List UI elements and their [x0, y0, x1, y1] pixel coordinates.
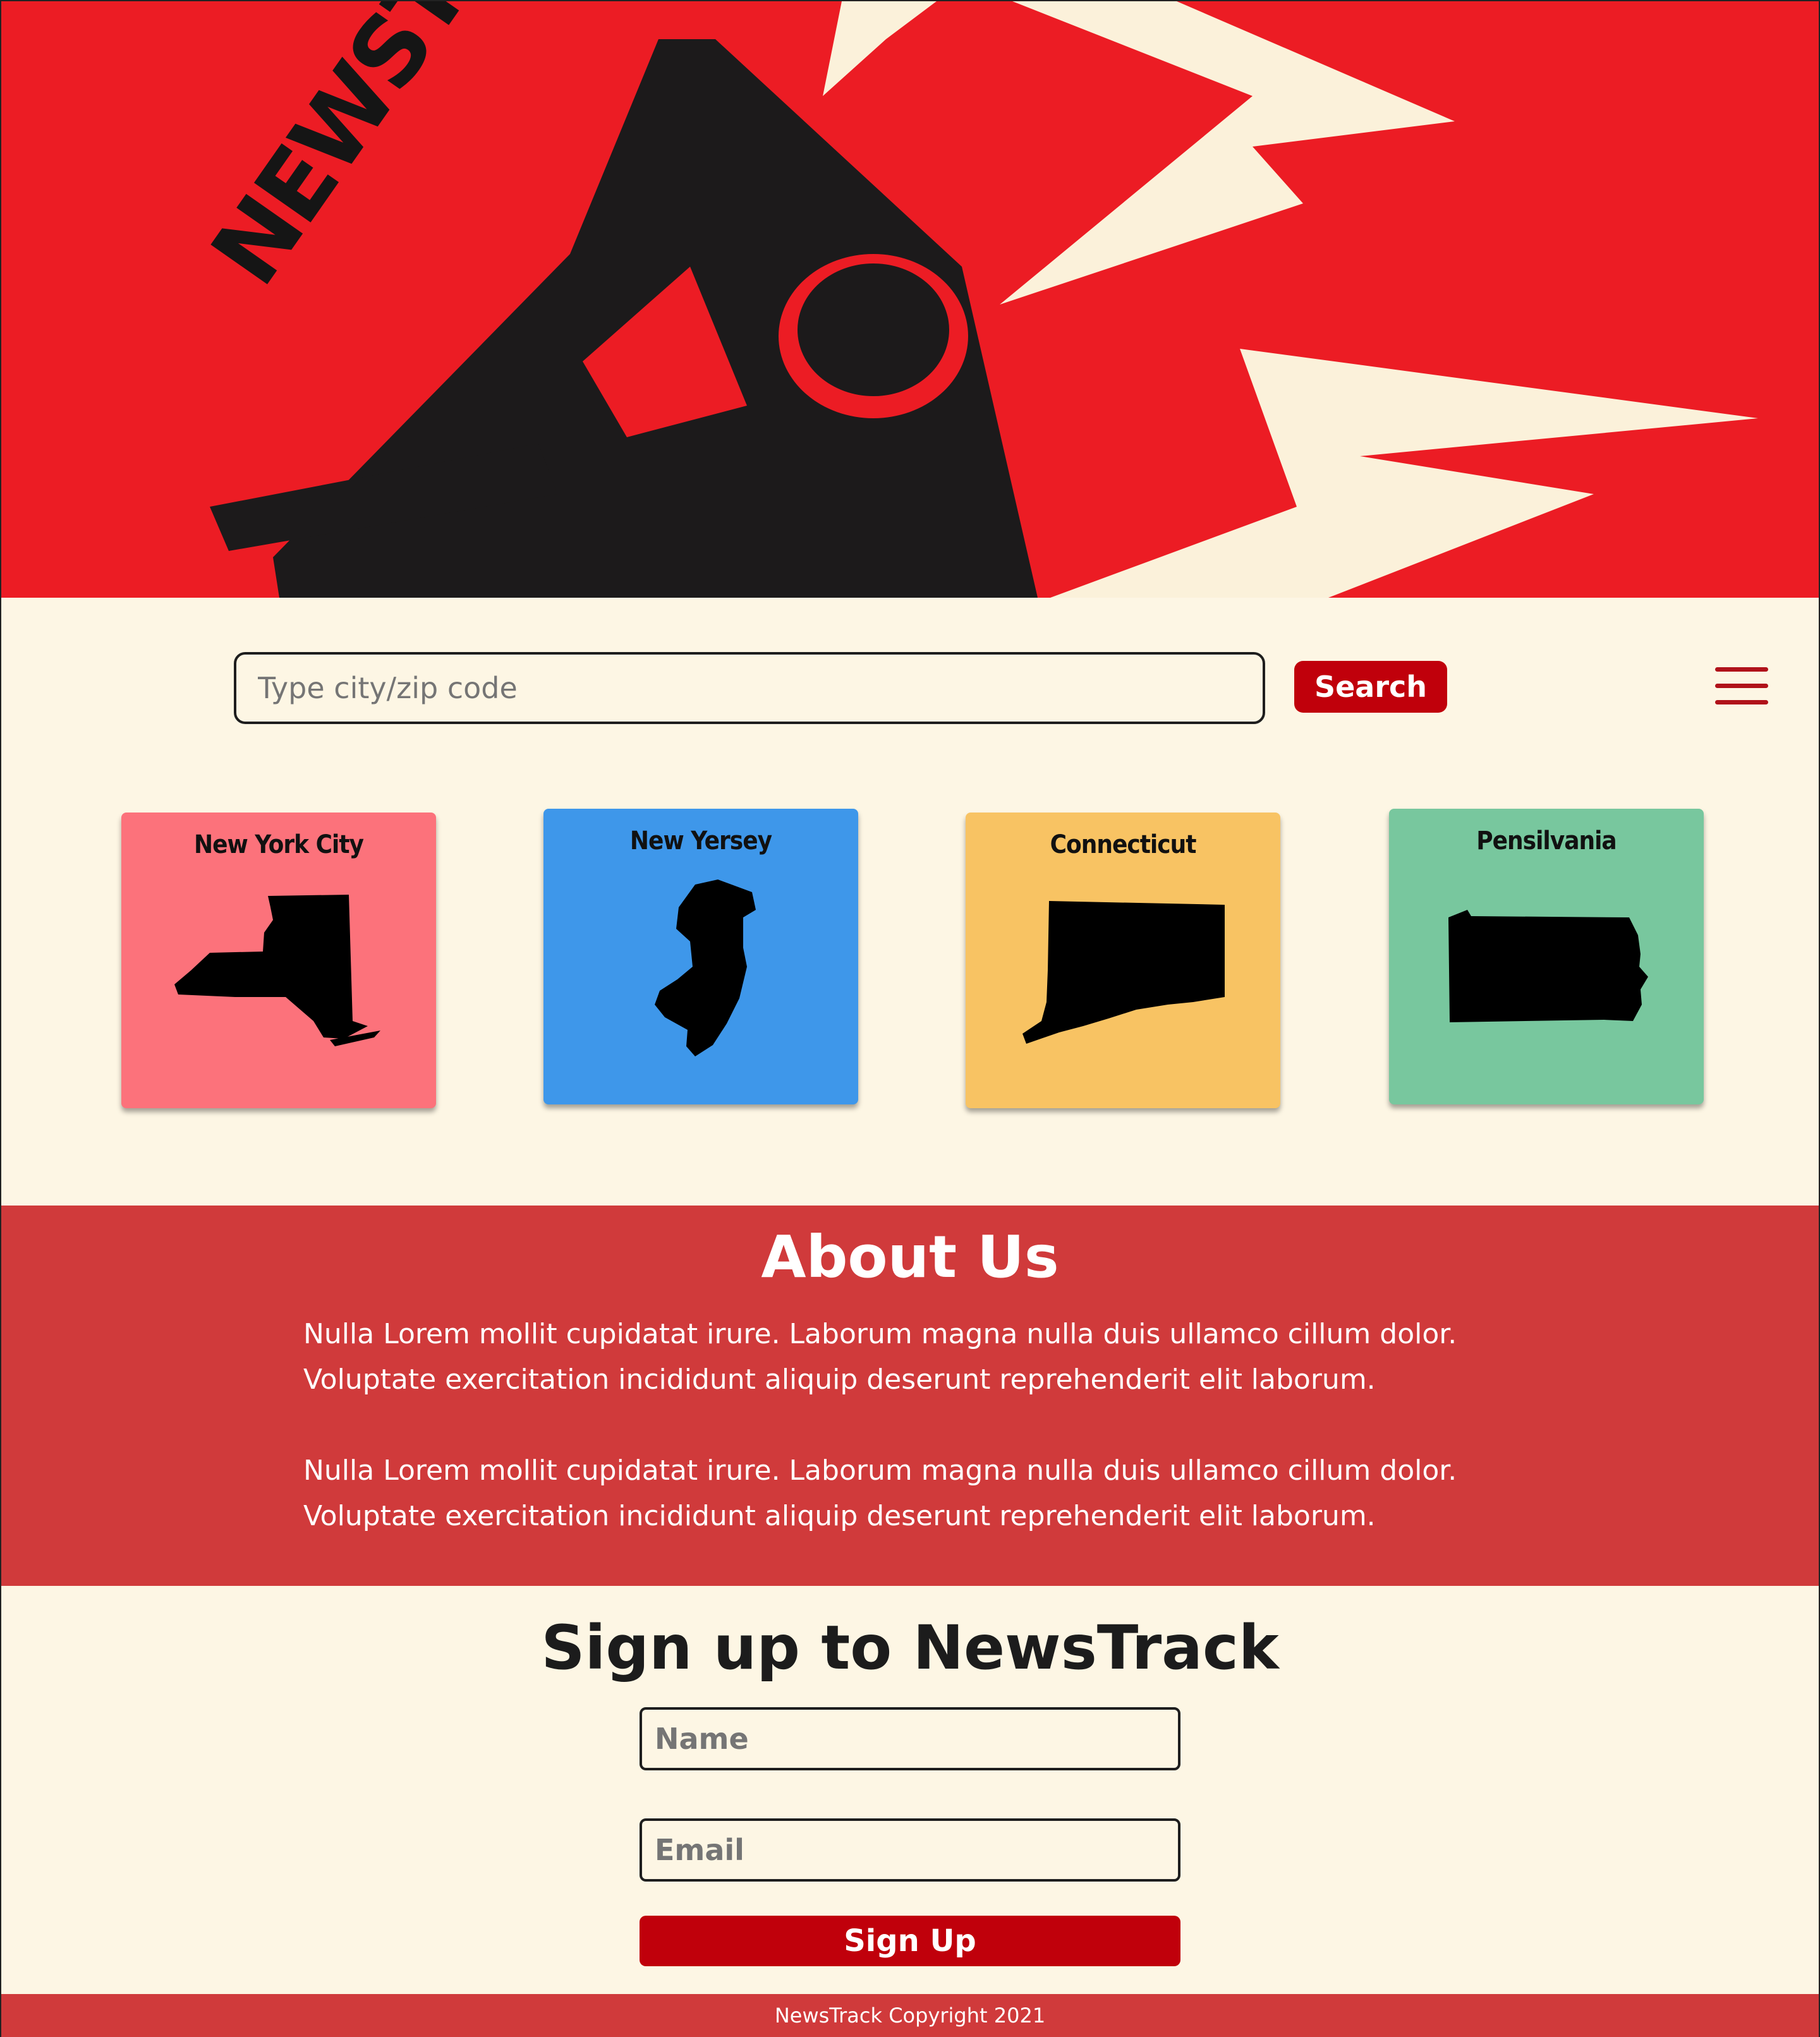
region-card-pennsylvania[interactable]: Pensilvania — [1389, 809, 1704, 1104]
signup-title: Sign up to NewsTrack — [541, 1612, 1279, 1683]
hero-banner: NEWSTRACK — [1, 1, 1819, 598]
connecticut-map-icon — [1022, 901, 1225, 1044]
about-paragraph: Nulla Lorem mollit cupidatat irure. Labo… — [303, 1318, 1457, 1396]
signup-button[interactable]: Sign Up — [640, 1916, 1180, 1966]
region-card-new-york-city[interactable]: New York City — [121, 813, 436, 1108]
region-card-new-jersey[interactable]: New Yersey — [543, 809, 858, 1104]
search-button[interactable]: Search — [1294, 661, 1447, 713]
search-input[interactable] — [234, 652, 1265, 724]
hamburger-menu-icon[interactable] — [1715, 667, 1768, 705]
footer: NewsTrack Copyright 2021 — [1, 1994, 1819, 2037]
menu-bar — [1715, 700, 1768, 704]
name-field[interactable] — [640, 1707, 1180, 1770]
new-jersey-map-icon — [655, 879, 756, 1056]
footer-copyright: NewsTrack Copyright 2021 — [774, 2004, 1046, 2028]
menu-bar — [1715, 684, 1768, 688]
about-section: About Us Nulla Lorem mollit cupidatat ir… — [1, 1206, 1819, 1586]
about-paragraph: Nulla Lorem mollit cupidatat irure. Labo… — [303, 1454, 1457, 1532]
new-york-map-icon — [174, 895, 380, 1046]
pennsylvania-map-icon — [1448, 910, 1648, 1022]
menu-bar — [1715, 667, 1768, 672]
about-title: About Us — [761, 1223, 1059, 1291]
email-field[interactable] — [640, 1818, 1180, 1882]
region-card-connecticut[interactable]: Connecticut — [966, 813, 1280, 1108]
